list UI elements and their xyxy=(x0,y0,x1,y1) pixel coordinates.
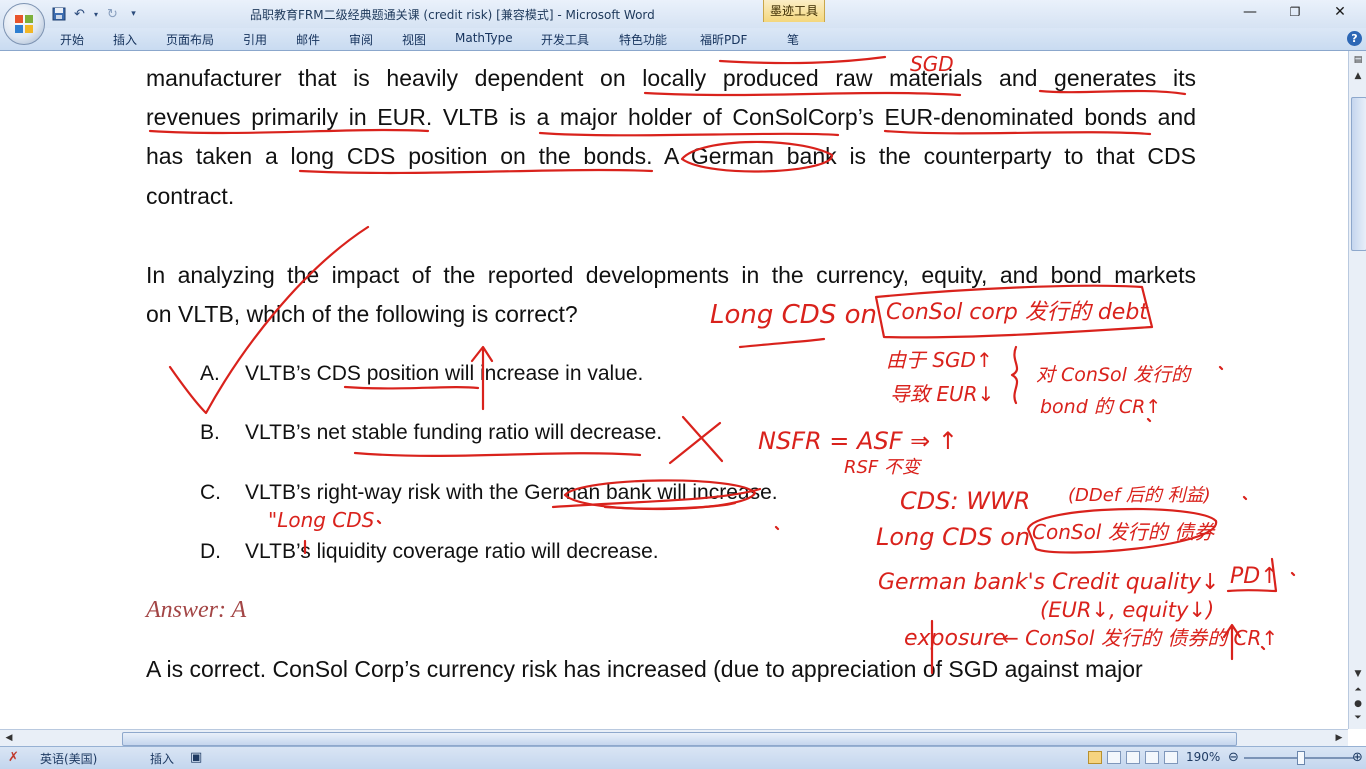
ink-note-wwr-detail: (DDef 后的 利益) xyxy=(1068,485,1211,506)
ink-note-long-cds-c: "Long CDS xyxy=(268,508,375,532)
tab-view[interactable]: 视图 xyxy=(402,31,426,48)
ink-note-consol-cr2: ← ConSol 发行的 债券的 CR↑ xyxy=(1002,626,1278,650)
help-icon[interactable]: ? xyxy=(1347,31,1362,46)
tab-references[interactable]: 引用 xyxy=(243,31,267,48)
ink-checkmark xyxy=(168,225,370,415)
save-icon[interactable] xyxy=(50,6,67,23)
ink-note-long-cds-on: Long CDS on xyxy=(876,523,1030,551)
ink-note-german-bank: German bank's Credit quality↓ xyxy=(878,570,1219,595)
office-logo-icon xyxy=(15,15,33,33)
tab-foxit-pdf[interactable]: 福昕PDF xyxy=(700,31,747,48)
ink-annotations: SGD Long CDS on ConSol corp 发行的 debt 由于 … xyxy=(148,52,1296,675)
vertical-scrollbar[interactable]: ▤ ▲ ▼ ⏶ ● ⏷ xyxy=(1348,51,1366,729)
office-button[interactable] xyxy=(3,3,45,45)
ink-note-pd: PD↑ xyxy=(1230,564,1279,589)
horizontal-scroll-thumb[interactable] xyxy=(122,732,1237,746)
ink-underline xyxy=(343,385,480,390)
ink-underline xyxy=(643,91,962,97)
scroll-left-icon[interactable]: ◀ xyxy=(2,731,16,745)
window-title: 品职教育FRM二级经典题通关课 (credit risk) [兼容模式] - M… xyxy=(250,8,655,22)
zoom-slider-thumb[interactable] xyxy=(1297,751,1305,765)
ink-note-long-cds: Long CDS on xyxy=(710,300,877,330)
tab-developer[interactable]: 开发工具 xyxy=(541,31,589,48)
vertical-scroll-thumb[interactable] xyxy=(1351,97,1366,251)
next-page-icon[interactable]: ⏷ xyxy=(1351,711,1365,725)
ink-note-cds-wwr: CDS: WWR xyxy=(900,487,1030,515)
ink-note-eur-equity: (EUR↓, equity↓) xyxy=(1040,598,1214,622)
close-button[interactable]: ✕ xyxy=(1320,2,1360,22)
ink-note-rsf: RSF 不变 xyxy=(844,457,923,478)
ink-note-sgd-up: 由于 SGD↑ xyxy=(886,348,993,372)
ink-note-consol-box: ConSol corp 发行的 debt xyxy=(886,300,1149,325)
zoom-level[interactable]: 190% xyxy=(1186,750,1220,764)
ink-note-eur-down: 导致 EUR↓ xyxy=(890,382,994,406)
tab-special-features[interactable]: 特色功能 xyxy=(619,31,667,48)
tab-home[interactable]: 开始 xyxy=(60,31,84,48)
outline-view-icon[interactable] xyxy=(1145,751,1159,764)
scroll-right-icon[interactable]: ▶ xyxy=(1332,731,1346,745)
ink-arrow-up xyxy=(470,345,494,411)
tab-page-layout[interactable]: 页面布局 xyxy=(166,31,214,48)
document-page[interactable]: manufacturer that is heavily dependent o… xyxy=(0,51,1348,729)
ink-underline xyxy=(718,55,887,65)
tab-mailings[interactable]: 邮件 xyxy=(296,31,320,48)
customize-qat-icon[interactable]: ▾ xyxy=(125,6,142,23)
ink-note-consol-circle: ConSol 发行的 债券 xyxy=(1032,520,1216,544)
tab-mathtype[interactable]: MathType xyxy=(455,31,513,45)
ink-note-bonds-cr: bond 的 CR↑ xyxy=(1040,396,1161,418)
browse-object-icon[interactable]: ● xyxy=(1351,697,1365,711)
web-layout-view-icon[interactable] xyxy=(1126,751,1140,764)
ink-tools-context-tab: 墨迹工具 xyxy=(763,0,825,22)
spelling-check-icon[interactable]: ✗ xyxy=(8,750,19,765)
macro-recording-icon[interactable]: ▣ xyxy=(190,750,202,765)
ink-underline xyxy=(738,337,826,349)
ruler-toggle-icon[interactable]: ▤ xyxy=(1351,53,1365,67)
ink-underline xyxy=(883,129,1152,136)
zoom-out-icon[interactable]: ⊖ xyxy=(1228,750,1239,765)
scroll-up-icon[interactable]: ▲ xyxy=(1351,69,1365,83)
insert-mode-indicator[interactable]: 插入 xyxy=(150,750,174,767)
tab-review[interactable]: 审阅 xyxy=(349,31,373,48)
ink-note-sgd: SGD xyxy=(910,52,954,76)
ink-underline xyxy=(1038,89,1187,96)
draft-view-icon[interactable] xyxy=(1164,751,1178,764)
tab-insert[interactable]: 插入 xyxy=(113,31,137,48)
zoom-in-icon[interactable]: ⊕ xyxy=(1352,750,1363,765)
ink-underline xyxy=(353,451,642,457)
print-layout-view-icon[interactable] xyxy=(1088,751,1102,764)
ink-note-consol-cr: 对 ConSol 发行的 xyxy=(1036,364,1192,386)
status-bar: ✗ 英语(美国) 插入 ▣ 190% ⊖ ⊕ xyxy=(0,746,1366,769)
scroll-down-icon[interactable]: ▼ xyxy=(1351,667,1365,681)
ink-underline xyxy=(538,131,840,137)
minimize-button[interactable]: — xyxy=(1230,2,1270,22)
ribbon-tabs: 开始 插入 页面布局 引用 邮件 审阅 视图 MathType 开发工具 特色功… xyxy=(0,28,1366,51)
previous-page-icon[interactable]: ⏶ xyxy=(1351,683,1365,697)
ink-cross xyxy=(668,415,724,465)
tab-pen[interactable]: 笔 xyxy=(787,31,799,48)
redo-icon[interactable]: ↻ xyxy=(104,6,121,23)
ink-note-exposure: exposure xyxy=(904,626,1006,651)
ink-circle xyxy=(680,140,834,173)
ink-brace xyxy=(1010,345,1019,405)
ink-note-nsfr: NSFR = ASF ⇒ ↑ xyxy=(758,427,958,455)
undo-icon[interactable]: ↶ xyxy=(71,6,88,23)
ink-underline xyxy=(298,168,654,175)
ink-underline xyxy=(148,128,430,135)
horizontal-scrollbar[interactable]: ◀ ▶ xyxy=(0,729,1348,747)
full-screen-reading-view-icon[interactable] xyxy=(1107,751,1121,764)
undo-dropdown-icon[interactable]: ▾ xyxy=(92,6,100,23)
language-indicator[interactable]: 英语(美国) xyxy=(40,750,97,767)
title-bar: ↶ ▾ ↻ ▾ 品职教育FRM二级经典题通关课 (credit risk) [兼… xyxy=(0,0,1366,28)
quick-access-toolbar: ↶ ▾ ↻ ▾ xyxy=(50,5,142,23)
restore-button[interactable]: ❐ xyxy=(1275,2,1315,22)
